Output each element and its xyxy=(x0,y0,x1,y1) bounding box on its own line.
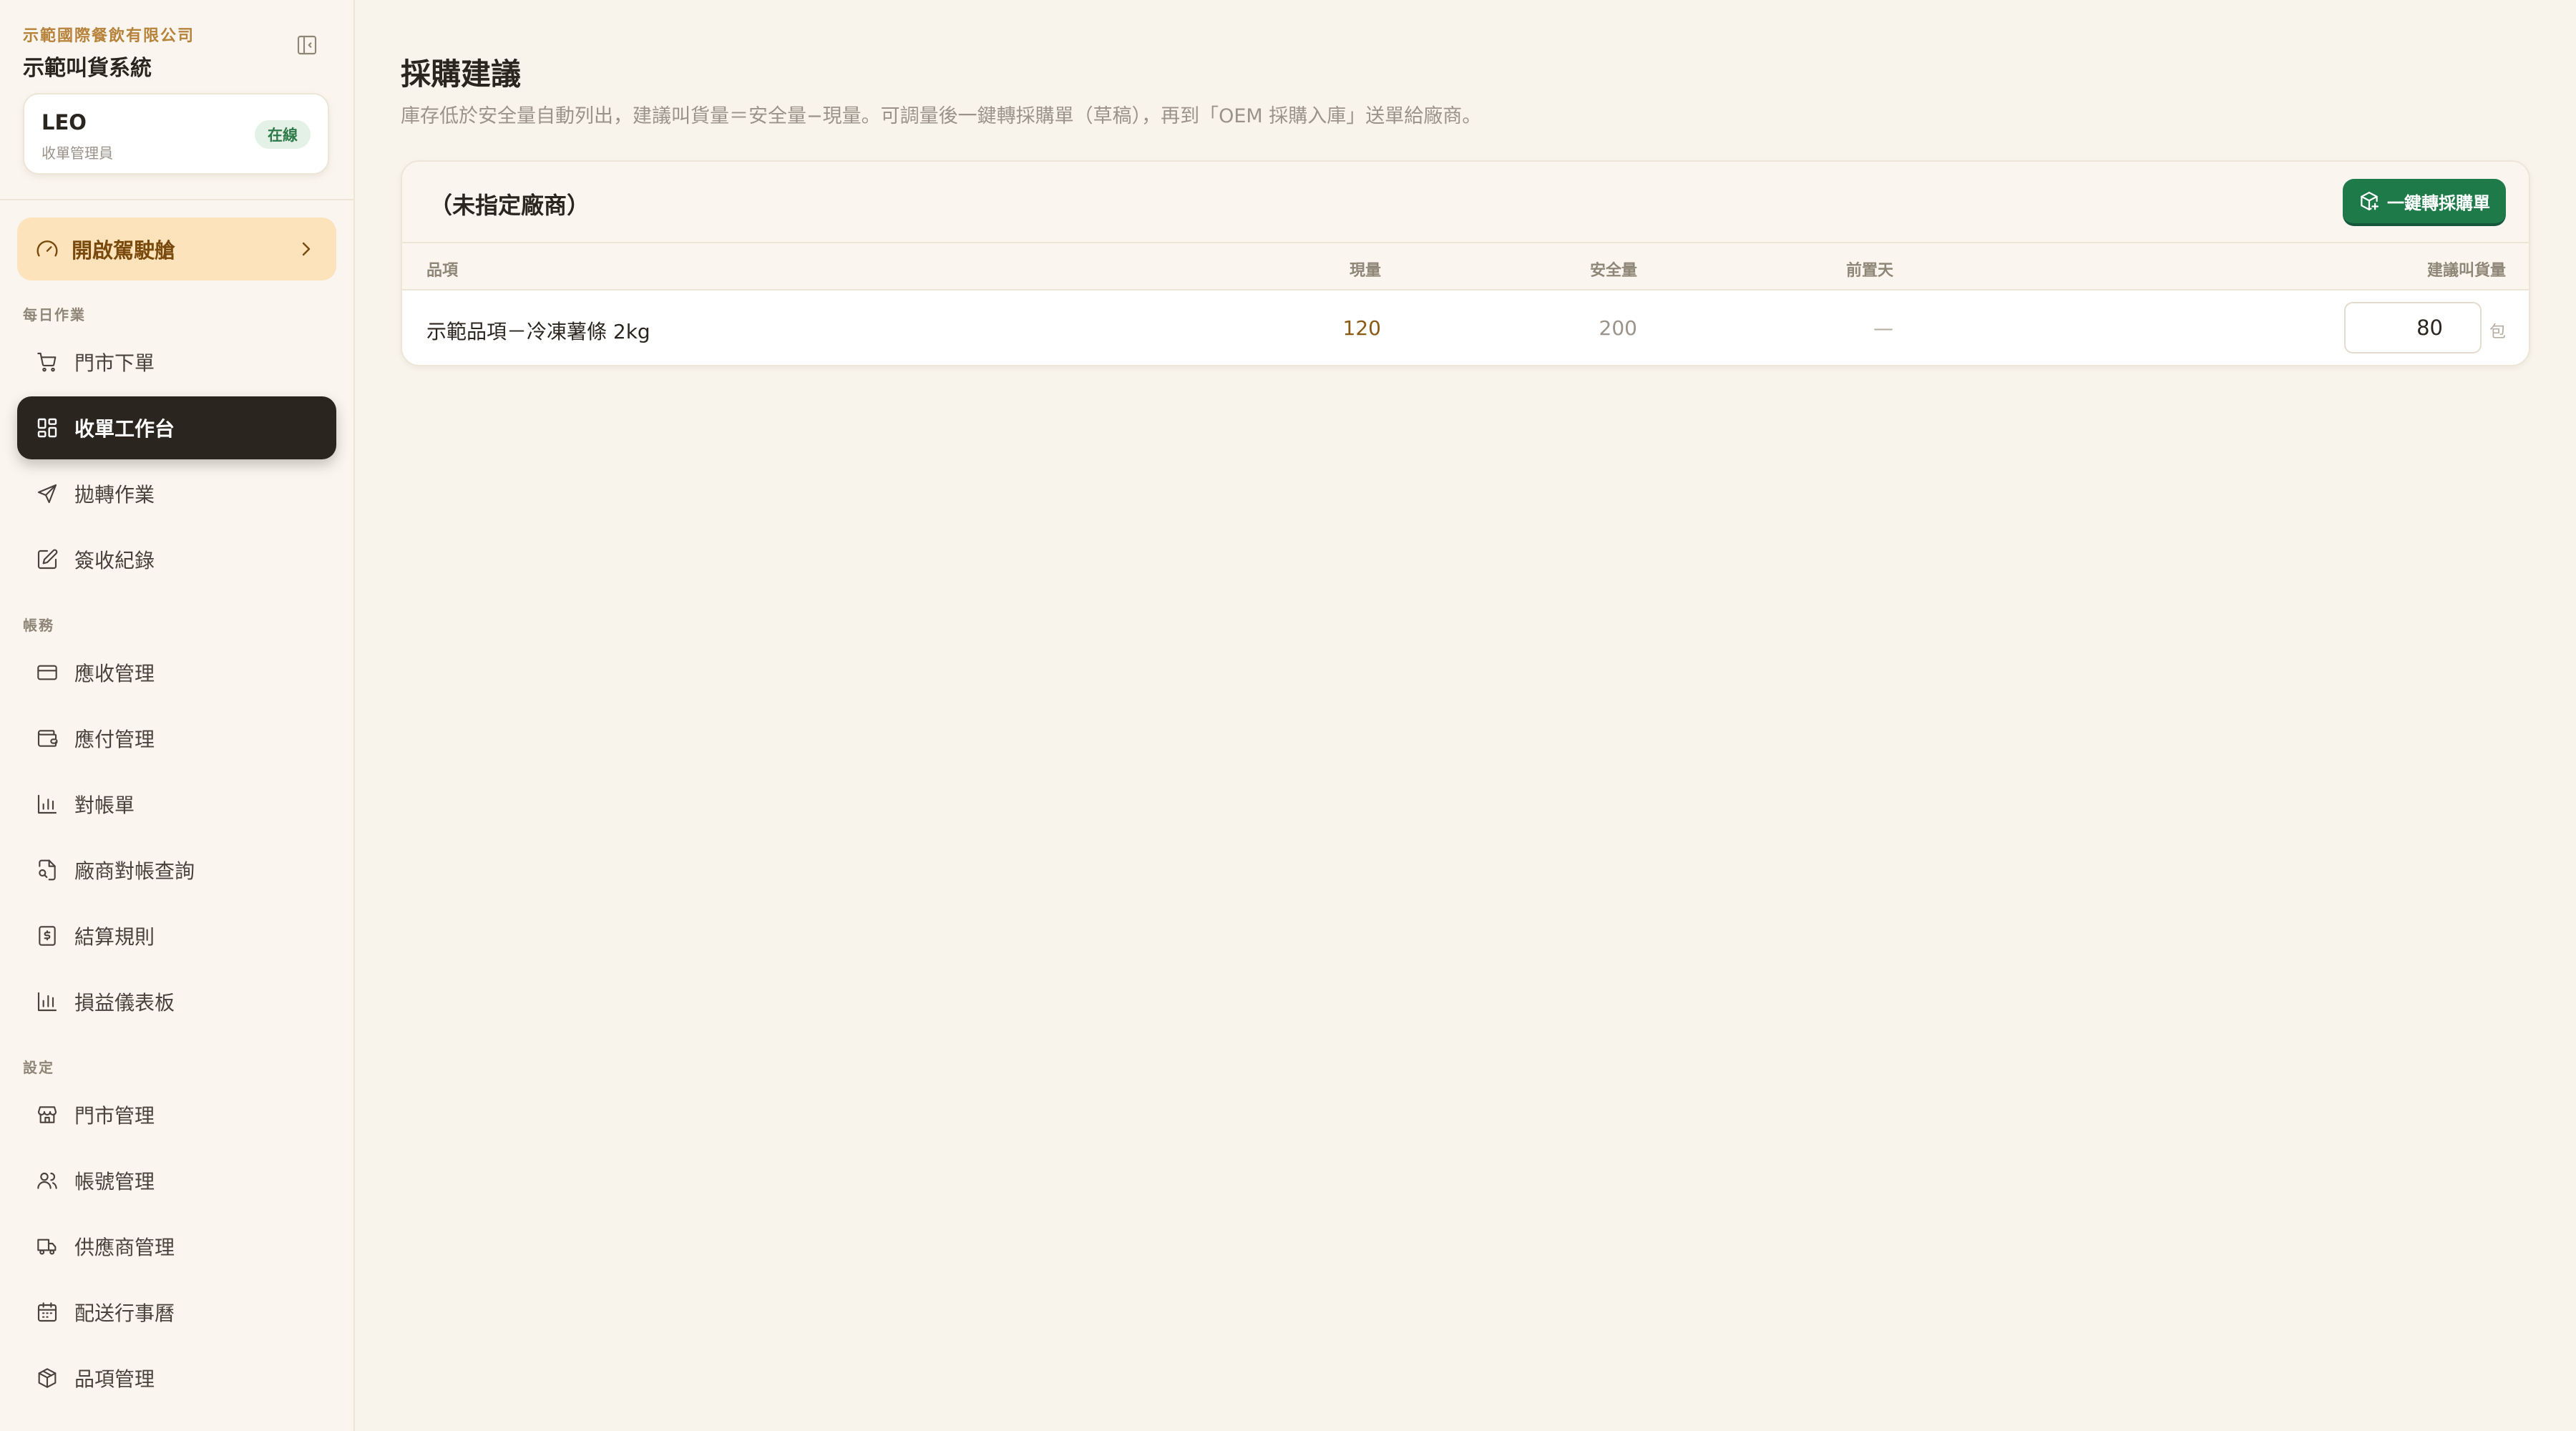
sidebar-item-label: 應收管理 xyxy=(74,662,155,685)
sidebar-item-item-mgmt[interactable]: 品項管理 xyxy=(17,1347,336,1410)
column-header-safety-qty: 安全量 xyxy=(1589,262,1637,280)
bar-chart-icon xyxy=(36,990,59,1013)
sidebar-item-label: 簽收紀錄 xyxy=(74,549,155,572)
users-icon xyxy=(36,1169,59,1192)
section-label-accounts: 帳務 xyxy=(23,617,54,634)
sidebar: 示範國際餐飲有限公司 示範叫貨系統 LEO 收單管理員 在線 開啟駕駛艙 每日作… xyxy=(0,0,355,1431)
sidebar-item-receivables[interactable]: 應收管理 xyxy=(17,641,336,704)
calendar-icon xyxy=(36,1301,59,1324)
sidebar-item-label: 廠商對帳查詢 xyxy=(74,859,195,883)
sidebar-item-store-mgmt[interactable]: 門市管理 xyxy=(17,1083,336,1146)
bar-chart-icon xyxy=(36,793,59,816)
convert-to-po-label: 一鍵轉採購單 xyxy=(2387,192,2490,213)
sidebar-item-label: 帳號管理 xyxy=(74,1170,155,1193)
package-icon xyxy=(36,1367,59,1390)
column-header-current-qty: 現量 xyxy=(1349,262,1381,280)
sidebar-item-statements[interactable]: 對帳單 xyxy=(17,773,336,836)
vendor-name: （未指定廠商） xyxy=(429,192,590,219)
column-header-item: 品項 xyxy=(426,262,459,280)
panel-header: （未指定廠商） 一鍵轉採購單 xyxy=(402,162,2529,243)
table-row: 示範品項－冷凍薯條 2kg 120 200 — 包 xyxy=(402,290,2529,365)
sidebar-item-vendor-reconcile[interactable]: 廠商對帳查詢 xyxy=(17,839,336,902)
wallet-icon xyxy=(36,727,59,750)
chevron-right-icon xyxy=(295,238,318,260)
dollar-receipt-icon xyxy=(36,924,59,947)
cell-unit: 包 xyxy=(2489,323,2506,341)
section-label-daily: 每日作業 xyxy=(23,306,86,323)
cell-safety-qty: 200 xyxy=(1599,316,1637,340)
sidebar-item-label: 配送行事曆 xyxy=(74,1301,175,1325)
user-card[interactable]: LEO 收單管理員 在線 xyxy=(23,93,329,175)
sidebar-item-label: 拋轉作業 xyxy=(74,483,155,507)
sidebar-item-pnl-dashboard[interactable]: 損益儀表板 xyxy=(17,970,336,1033)
truck-icon xyxy=(36,1235,59,1258)
send-icon xyxy=(36,482,59,505)
column-header-lead-days: 前置天 xyxy=(1845,262,1893,280)
section-label-settings: 設定 xyxy=(23,1059,54,1076)
sidebar-item-order-workbench[interactable]: 收單工作台 xyxy=(17,396,336,459)
open-cockpit-label: 開啟駕駛艙 xyxy=(72,238,176,263)
company-name: 示範國際餐飲有限公司 xyxy=(23,27,195,45)
cell-lead-days: — xyxy=(1873,316,1893,340)
sidebar-item-label: 結算規則 xyxy=(74,925,155,949)
sidebar-divider xyxy=(0,199,353,200)
column-header-suggested-qty: 建議叫貨量 xyxy=(2426,262,2506,280)
suggested-qty-input[interactable] xyxy=(2344,302,2482,353)
edit-icon xyxy=(36,548,59,571)
sidebar-item-label: 門市下單 xyxy=(74,351,155,375)
package-plus-icon xyxy=(2358,190,2380,212)
store-icon xyxy=(36,1103,59,1126)
sidebar-item-payables[interactable]: 應付管理 xyxy=(17,707,336,770)
sidebar-collapse-button[interactable] xyxy=(295,33,319,57)
purchase-suggestion-panel: （未指定廠商） 一鍵轉採購單 品項 現量 安全量 前置天 建議叫貨量 示範品項－… xyxy=(401,160,2530,366)
cell-current-qty: 120 xyxy=(1342,316,1381,340)
sidebar-item-label: 對帳單 xyxy=(74,793,135,817)
sidebar-item-store-order[interactable]: 門市下單 xyxy=(17,331,336,394)
page-description: 庫存低於安全量自動列出，建議叫貨量＝安全量−現量。可調量後一鍵轉採購單（草稿），… xyxy=(401,105,1482,127)
status-badge: 在線 xyxy=(255,120,311,149)
table-header: 品項 現量 安全量 前置天 建議叫貨量 xyxy=(402,243,2529,290)
gauge-icon xyxy=(36,238,59,260)
cart-icon xyxy=(36,351,59,373)
open-cockpit-button[interactable]: 開啟駕駛艙 xyxy=(17,218,336,280)
sidebar-collapse-icon xyxy=(296,34,318,57)
sidebar-item-label: 收單工作台 xyxy=(74,417,175,441)
user-role: 收單管理員 xyxy=(42,145,113,162)
page-title: 採購建議 xyxy=(401,57,522,92)
sidebar-item-receipt-records[interactable]: 簽收紀錄 xyxy=(17,528,336,591)
sidebar-item-label: 供應商管理 xyxy=(74,1236,175,1259)
sidebar-item-label: 品項管理 xyxy=(74,1367,155,1391)
system-name: 示範叫貨系統 xyxy=(23,56,152,81)
file-search-icon xyxy=(36,859,59,881)
sidebar-item-supplier-mgmt[interactable]: 供應商管理 xyxy=(17,1215,336,1278)
sidebar-item-label: 應付管理 xyxy=(74,728,155,751)
sidebar-item-transfer[interactable]: 拋轉作業 xyxy=(17,462,336,525)
user-name: LEO xyxy=(42,110,87,135)
sidebar-item-label: 門市管理 xyxy=(74,1104,155,1128)
convert-to-po-button[interactable]: 一鍵轉採購單 xyxy=(2343,179,2506,226)
grid-icon xyxy=(36,416,59,439)
sidebar-item-account-mgmt[interactable]: 帳號管理 xyxy=(17,1149,336,1212)
credit-card-icon xyxy=(36,661,59,684)
cell-item: 示範品項－冷凍薯條 2kg xyxy=(426,320,650,343)
sidebar-item-label: 損益儀表板 xyxy=(74,991,175,1015)
sidebar-item-delivery-calendar[interactable]: 配送行事曆 xyxy=(17,1281,336,1344)
sidebar-item-settlement-rules[interactable]: 結算規則 xyxy=(17,904,336,967)
